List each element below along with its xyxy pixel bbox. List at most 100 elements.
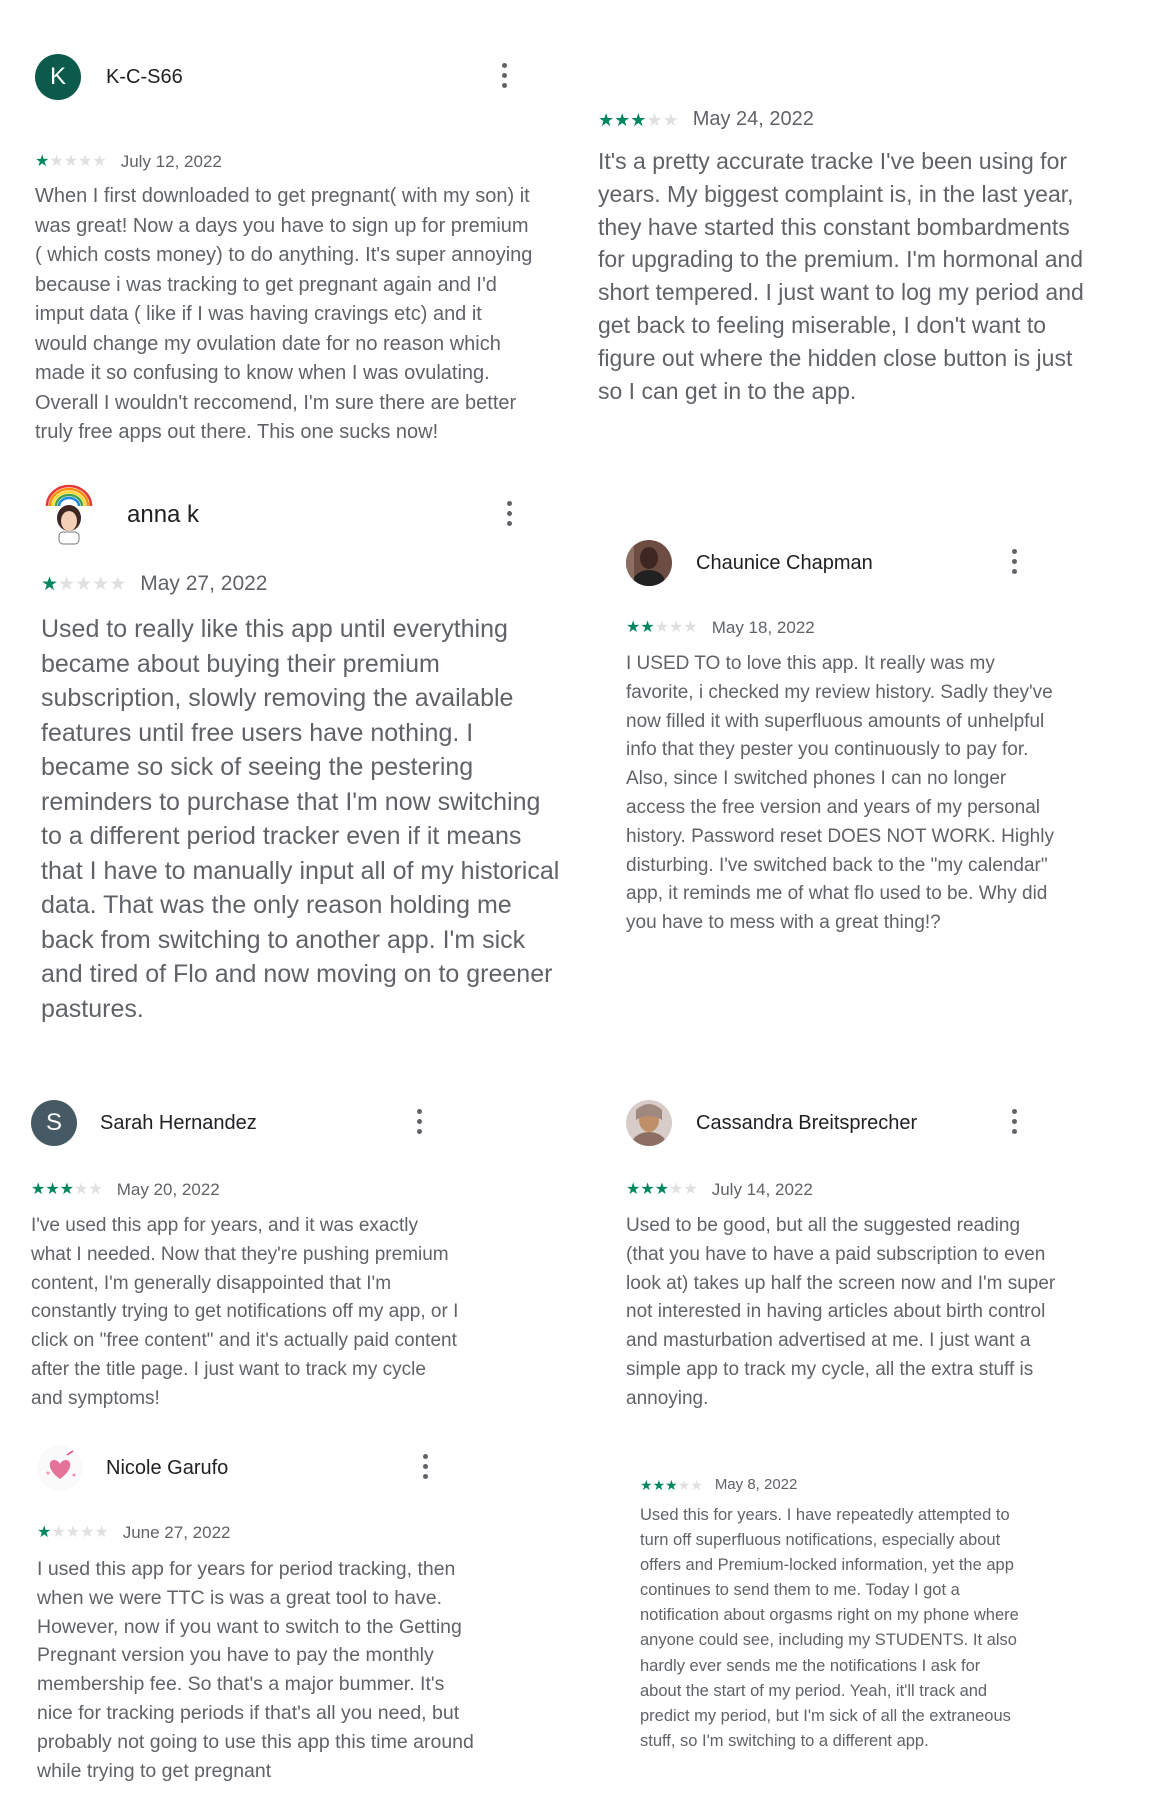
star-icon: ★: [65, 1524, 81, 1541]
star-icon: ★: [683, 619, 698, 636]
star-icon: ★: [75, 573, 93, 595]
review-header: S Sarah Hernandez: [31, 1100, 501, 1150]
star-rating: ★ ★ ★ ★ ★: [35, 154, 107, 170]
review-meta: ★ ★ ★ ★ ★ May 24, 2022: [598, 108, 1093, 131]
more-options-icon[interactable]: [421, 1454, 429, 1482]
star-icon: ★: [37, 1524, 52, 1541]
star-icon: ★: [598, 109, 615, 130]
star-icon: ★: [74, 1181, 89, 1198]
star-icon: ★: [92, 573, 110, 595]
star-icon: ★: [654, 1181, 670, 1198]
star-icon: ★: [683, 1181, 698, 1198]
review-card: K K-C-S66 ★ ★ ★ ★ ★ July 12, 2022 When I fir…: [35, 54, 545, 448]
star-icon: ★: [640, 1181, 655, 1198]
more-options-icon[interactable]: [500, 63, 508, 91]
review-card: anna k ★ ★ ★ ★ ★ May 27, 2022 Used to really…: [41, 484, 561, 1026]
review-meta: ★ ★ ★ ★ ★ July 12, 2022: [35, 152, 545, 172]
star-icon: ★: [51, 1524, 66, 1541]
avatar: S: [31, 1100, 77, 1146]
star-icon: ★: [614, 109, 631, 130]
star-icon: ★: [654, 619, 670, 636]
review-header: anna k: [41, 484, 561, 546]
star-icon: ★: [652, 1476, 666, 1493]
star-icon: ★: [63, 153, 79, 170]
review-card: ★ ★ ★ ★ ★ May 24, 2022 It's a pretty accurat…: [598, 108, 1093, 407]
photo-avatar-icon: [626, 540, 672, 586]
review-header: Cassandra Breitsprecher: [626, 1100, 1096, 1150]
star-icon: ★: [59, 1181, 75, 1198]
heart-avatar-icon: [37, 1445, 83, 1491]
star-icon: ★: [640, 1476, 653, 1493]
star-icon: ★: [640, 619, 655, 636]
review-meta: ★ ★ ★ ★ ★ June 27, 2022: [37, 1523, 507, 1543]
star-rating: ★ ★ ★ ★ ★: [626, 1182, 698, 1198]
review-date: May 27, 2022: [140, 572, 268, 595]
reviewer-name: Chaunice Chapman: [696, 552, 873, 574]
photo-avatar-icon: [626, 1100, 672, 1146]
review-text: When I first downloaded to get pregnant(…: [35, 185, 533, 443]
review-text: I've used this app for years, and it was…: [31, 1215, 459, 1409]
review-card: S Sarah Hernandez ★ ★ ★ ★ ★ May 20, 2022 I'v…: [31, 1100, 501, 1414]
review-card: Nicole Garufo ★ ★ ★ ★ ★ June 27, 2022 I used…: [37, 1445, 507, 1785]
star-rating: ★ ★ ★ ★ ★: [640, 1478, 703, 1492]
reviewer-name: K-C-S66: [106, 66, 183, 88]
review-date: May 8, 2022: [714, 1476, 798, 1493]
reviewer-name: Sarah Hernandez: [100, 1112, 257, 1134]
star-icon: ★: [669, 1181, 684, 1198]
star-icon: ★: [665, 1476, 678, 1493]
review-meta: ★ ★ ★ ★ ★ May 18, 2022: [626, 618, 1096, 638]
more-options-icon[interactable]: [1010, 549, 1018, 577]
review-header: K K-C-S66: [35, 54, 545, 104]
review-meta: ★ ★ ★ ★ ★ May 27, 2022: [41, 572, 561, 596]
star-icon: ★: [78, 153, 93, 170]
star-icon: ★: [626, 1181, 641, 1198]
review-text: Used to really like this app until every…: [41, 615, 560, 1023]
review-card: ★ ★ ★ ★ ★ May 8, 2022 Used this for years. I…: [640, 1476, 1040, 1754]
review-date: July 14, 2022: [711, 1180, 813, 1199]
star-icon: ★: [630, 109, 647, 130]
review-header: Nicole Garufo: [37, 1445, 507, 1495]
review-meta: ★ ★ ★ ★ ★ July 14, 2022: [626, 1180, 1096, 1200]
star-icon: ★: [49, 153, 64, 170]
star-icon: ★: [690, 1476, 703, 1493]
star-icon: ★: [58, 573, 76, 595]
review-date: May 24, 2022: [692, 108, 814, 130]
review-date: June 27, 2022: [122, 1523, 231, 1542]
star-icon: ★: [88, 1181, 103, 1198]
star-icon: ★: [41, 573, 59, 595]
star-icon: ★: [31, 1181, 46, 1198]
star-icon: ★: [35, 153, 50, 170]
star-icon: ★: [677, 1476, 691, 1493]
rainbow-girl-avatar-icon: [41, 484, 97, 546]
star-icon: ★: [662, 109, 679, 130]
review-card: Cassandra Breitsprecher ★ ★ ★ ★ ★ July 14, 2…: [626, 1100, 1096, 1414]
review-text: Used this for years. I have repeatedly a…: [640, 1506, 1019, 1750]
review-text: I USED TO to love this app. It really wa…: [626, 653, 1054, 934]
star-icon: ★: [669, 619, 684, 636]
star-rating: ★ ★ ★ ★ ★: [41, 575, 126, 594]
review-date: July 12, 2022: [120, 152, 222, 171]
star-rating: ★ ★ ★ ★ ★: [626, 620, 698, 636]
star-icon: ★: [92, 153, 107, 170]
review-date: May 20, 2022: [116, 1180, 220, 1199]
review-text: Used to be good, but all the suggested r…: [626, 1215, 1056, 1409]
star-rating: ★ ★ ★ ★ ★: [598, 111, 679, 129]
star-icon: ★: [646, 109, 663, 130]
reviewer-name: Nicole Garufo: [106, 1457, 229, 1479]
star-icon: ★: [626, 619, 641, 636]
review-text: It's a pretty accurate tracke I've been …: [598, 148, 1084, 404]
star-rating: ★ ★ ★ ★ ★: [31, 1182, 103, 1198]
reviewer-name: Cassandra Breitsprecher: [696, 1112, 918, 1134]
star-rating: ★ ★ ★ ★ ★: [37, 1525, 109, 1541]
review-date: May 18, 2022: [711, 618, 815, 637]
more-options-icon[interactable]: [505, 501, 513, 529]
review-meta: ★ ★ ★ ★ ★ May 8, 2022: [640, 1476, 1040, 1493]
more-options-icon[interactable]: [1010, 1109, 1018, 1137]
avatar: K: [35, 54, 81, 100]
reviewer-name: anna k: [127, 501, 200, 528]
star-icon: ★: [80, 1524, 95, 1541]
star-icon: ★: [109, 573, 127, 595]
more-options-icon[interactable]: [415, 1109, 423, 1137]
review-meta: ★ ★ ★ ★ ★ May 20, 2022: [31, 1180, 501, 1200]
review-header: Chaunice Chapman: [626, 540, 1096, 590]
